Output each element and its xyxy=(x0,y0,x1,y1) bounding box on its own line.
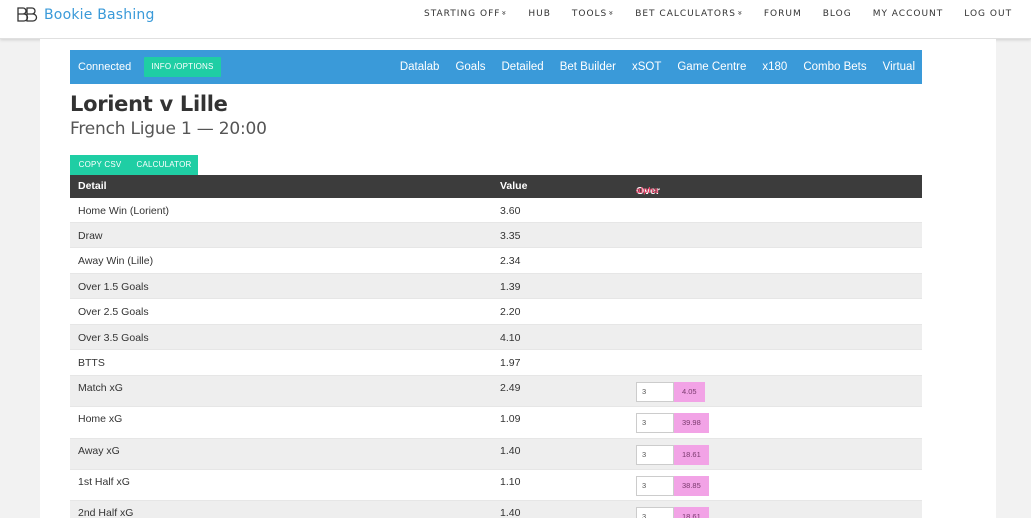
chevron-down-icon: » xyxy=(735,10,745,17)
over-threshold-input[interactable]: 3 xyxy=(636,476,674,496)
nav-item-label: LOG OUT xyxy=(964,9,1013,19)
cell-value: 1.39 xyxy=(500,281,521,293)
cell-detail: Over 2.5 Goals xyxy=(78,306,149,318)
table-row: Away Win (Lille) 2.34 xyxy=(70,248,922,274)
nav-item-my-account[interactable]: MY ACCOUNT xyxy=(873,9,944,19)
over-result-value: 18.61 xyxy=(674,445,709,465)
alpha-badge: alpha xyxy=(636,185,659,195)
toolbar-link-datalab[interactable]: Datalab xyxy=(400,61,440,73)
table-header: Detail Value Over alpha xyxy=(70,175,922,198)
cell-value: 1.40 xyxy=(500,445,521,457)
cell-value: 4.10 xyxy=(500,332,521,344)
cell-value: 3.60 xyxy=(500,205,521,217)
cell-detail: Match xG xyxy=(78,382,123,394)
over-calculator: 3 4.05 xyxy=(636,382,705,402)
match-toolbar: Connected INFO /OPTIONS Datalab Goals Deta… xyxy=(70,50,922,84)
top-navigation-bar: Bookie Bashing STARTING OFF» HUB TOOLS» BET… xyxy=(0,0,1031,39)
nav-item-bet-calculators[interactable]: BET CALCULATORS» xyxy=(635,9,745,19)
over-result-value: 18.61 xyxy=(674,507,709,518)
toolbar-link-x180[interactable]: x180 xyxy=(762,61,787,73)
nav-item-starting-off[interactable]: STARTING OFF» xyxy=(424,9,509,19)
odds-table: Detail Value Over alpha Home Win (Lorien… xyxy=(70,175,922,518)
toolbar-link-xsot[interactable]: xSOT xyxy=(632,61,661,73)
page-subtitle: French Ligue 1 — 20:00 xyxy=(70,119,267,139)
cell-value: 3.35 xyxy=(500,230,521,242)
page-title: Lorient v Lille xyxy=(70,92,228,116)
cell-value: 2.20 xyxy=(500,306,521,318)
cell-value: 1.97 xyxy=(500,357,521,369)
cell-detail: 2nd Half xG xyxy=(78,507,134,518)
toolbar-link-game-centre[interactable]: Game Centre xyxy=(677,61,746,73)
over-result-value: 39.98 xyxy=(674,413,709,433)
cell-value: 1.40 xyxy=(500,507,521,518)
table-row: 2nd Half xG 1.40 3 18.61 xyxy=(70,501,922,518)
nav-item-label: BET CALCULATORS xyxy=(635,9,736,19)
over-result-value: 38.85 xyxy=(674,476,709,496)
table-row: Over 2.5 Goals 2.20 xyxy=(70,299,922,325)
header-detail: Detail xyxy=(78,180,107,192)
toolbar-link-detailed[interactable]: Detailed xyxy=(502,61,544,73)
cell-detail: Over 3.5 Goals xyxy=(78,332,149,344)
info-options-button[interactable]: INFO /OPTIONS xyxy=(144,57,221,77)
over-calculator: 3 18.61 xyxy=(636,445,709,465)
main-menu: STARTING OFF» HUB TOOLS» BET CALCULATORS» FO… xyxy=(424,9,1012,19)
brand-name: Bookie Bashing xyxy=(44,7,155,23)
cell-detail: Home xG xyxy=(78,413,123,425)
table-body: Home Win (Lorient) 3.60 Draw 3.35 Away Win (… xyxy=(70,198,922,518)
nav-item-label: TOOLS xyxy=(571,9,608,19)
nav-item-label: HUB xyxy=(528,9,551,19)
toolbar-link-bet-builder[interactable]: Bet Builder xyxy=(560,61,616,73)
table-row: Draw 3.35 xyxy=(70,223,922,248)
connection-status: Connected xyxy=(78,61,132,73)
over-threshold-input[interactable]: 3 xyxy=(636,507,674,518)
calculator-button[interactable]: CALCULATOR xyxy=(130,155,198,175)
nav-item-label: STARTING OFF xyxy=(424,9,501,19)
nav-item-tools[interactable]: TOOLS» xyxy=(571,9,616,19)
toolbar-link-virtual[interactable]: Virtual xyxy=(883,61,915,73)
nav-item-blog[interactable]: BLOG xyxy=(823,9,852,19)
cell-value: 1.09 xyxy=(500,413,521,425)
table-row: BTTS 1.97 xyxy=(70,350,922,376)
table-row: 1st Half xG 1.10 3 38.85 xyxy=(70,470,922,501)
cell-detail: 1st Half xG xyxy=(78,476,130,488)
brand-logo[interactable]: Bookie Bashing xyxy=(16,6,155,24)
cell-detail: BTTS xyxy=(78,357,105,369)
header-value: Value xyxy=(500,180,528,192)
cell-detail: Away Win (Lille) xyxy=(78,255,154,267)
nav-item-label: FORUM xyxy=(763,9,802,19)
table-row: Over 1.5 Goals 1.39 xyxy=(70,274,922,299)
cell-detail: Over 1.5 Goals xyxy=(78,281,149,293)
nav-item-hub[interactable]: HUB xyxy=(528,9,551,19)
table-row: Home xG 1.09 3 39.98 xyxy=(70,407,922,439)
nav-item-log-out[interactable]: LOG OUT xyxy=(964,9,1012,19)
cell-value: 1.10 xyxy=(500,476,521,488)
chevron-down-icon: » xyxy=(499,10,509,17)
cell-detail: Draw xyxy=(78,230,103,242)
table-row: Match xG 2.49 3 4.05 xyxy=(70,376,922,407)
over-result-value: 4.05 xyxy=(674,382,705,402)
toolbar-links: Datalab Goals Detailed Bet Builder xSOT Game … xyxy=(384,61,915,73)
over-calculator: 3 18.61 xyxy=(636,507,709,518)
cell-detail: Home Win (Lorient) xyxy=(78,205,170,217)
cell-value: 2.34 xyxy=(500,255,521,267)
cell-detail: Away xG xyxy=(78,445,120,457)
table-row: Away xG 1.40 3 18.61 xyxy=(70,439,922,470)
table-row: Home Win (Lorient) 3.60 xyxy=(70,198,922,223)
bb-logo-icon xyxy=(17,7,38,22)
cell-value: 2.49 xyxy=(500,382,521,394)
table-row: Over 3.5 Goals 4.10 xyxy=(70,325,922,350)
toolbar-link-combo-bets[interactable]: Combo Bets xyxy=(803,61,866,73)
copy-csv-button[interactable]: COPY CSV xyxy=(70,155,130,175)
nav-item-forum[interactable]: FORUM xyxy=(764,9,802,19)
over-threshold-input[interactable]: 3 xyxy=(636,445,674,465)
nav-item-label: MY ACCOUNT xyxy=(872,9,944,19)
nav-item-label: BLOG xyxy=(822,9,852,19)
toolbar-link-goals[interactable]: Goals xyxy=(455,61,485,73)
chevron-down-icon: » xyxy=(606,10,616,17)
over-threshold-input[interactable]: 3 xyxy=(636,413,674,433)
over-calculator: 3 39.98 xyxy=(636,413,709,433)
over-calculator: 3 38.85 xyxy=(636,476,709,496)
over-threshold-input[interactable]: 3 xyxy=(636,382,674,402)
